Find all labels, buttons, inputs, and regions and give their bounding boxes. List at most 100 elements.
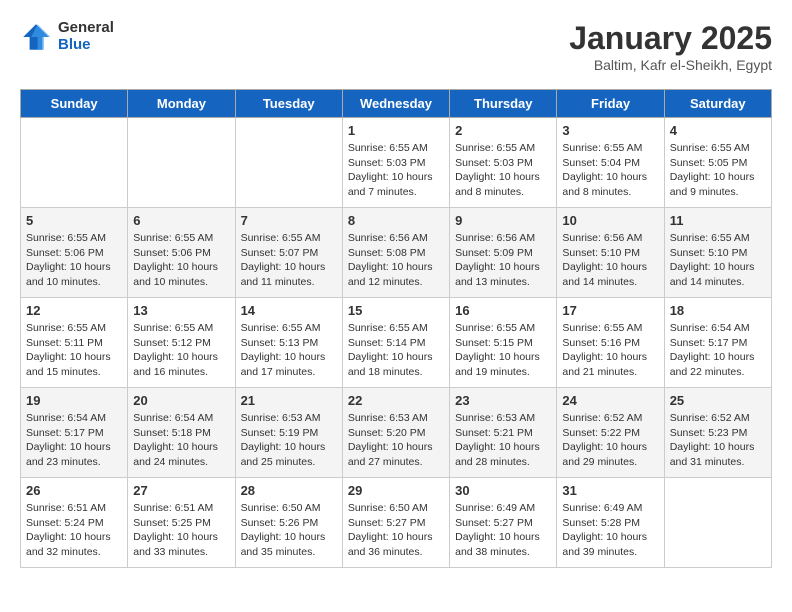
day-info: Sunrise: 6:56 AM Sunset: 5:09 PM Dayligh… — [455, 231, 551, 290]
calendar-cell: 22Sunrise: 6:53 AM Sunset: 5:20 PM Dayli… — [342, 388, 449, 478]
calendar-cell: 13 Sunrise: 6:55 AM Sunset: 5:12 PM Dayli… — [128, 298, 235, 388]
day-info: Sunrise: 6:50 AM Sunset: 5:27 PM Dayligh… — [348, 501, 444, 560]
date-number: 18 — [670, 303, 766, 318]
day-info: Sunrise: 6:55 AM Sunset: 5:12 PM Dayligh… — [133, 321, 229, 380]
date-number: 31 — [562, 483, 658, 498]
day-header-friday: Friday — [557, 90, 664, 118]
day-info: Sunrise: 6:49 AM Sunset: 5:28 PM Dayligh… — [562, 501, 658, 560]
date-number: 5 — [26, 213, 122, 228]
calendar-cell: 15 Sunrise: 6:55 AM Sunset: 5:14 PM Dayli… — [342, 298, 449, 388]
calendar-cell: 3 Sunrise: 6:55 AM Sunset: 5:04 PM Daylig… — [557, 118, 664, 208]
calendar-cell: 26 Sunrise: 6:51 AM Sunset: 5:24 PM Dayli… — [21, 478, 128, 568]
day-info: Sunrise: 6:56 AM Sunset: 5:10 PM Dayligh… — [562, 231, 658, 290]
day-info: Sunrise: 6:50 AM Sunset: 5:26 PM Dayligh… — [241, 501, 337, 560]
calendar-cell: 4Sunrise: 6:55 AM Sunset: 5:05 PM Daylig… — [664, 118, 771, 208]
date-number: 4 — [670, 123, 766, 138]
calendar-cell: 7 Sunrise: 6:55 AM Sunset: 5:07 PM Daylig… — [235, 208, 342, 298]
calendar-cell: 31 Sunrise: 6:49 AM Sunset: 5:28 PM Dayli… — [557, 478, 664, 568]
date-number: 13 — [133, 303, 229, 318]
calendar-cell: 10 Sunrise: 6:56 AM Sunset: 5:10 PM Dayli… — [557, 208, 664, 298]
calendar-cell: 23Sunrise: 6:53 AM Sunset: 5:21 PM Dayli… — [450, 388, 557, 478]
calendar-table: SundayMondayTuesdayWednesdayThursdayFrid… — [20, 89, 772, 568]
day-info: Sunrise: 6:55 AM Sunset: 5:03 PM Dayligh… — [348, 141, 444, 200]
date-number: 27 — [133, 483, 229, 498]
week-row-4: 19 Sunrise: 6:54 AM Sunset: 5:17 PM Dayli… — [21, 388, 772, 478]
calendar-cell: 8Sunrise: 6:56 AM Sunset: 5:08 PM Daylig… — [342, 208, 449, 298]
date-number: 16 — [455, 303, 551, 318]
day-header-thursday: Thursday — [450, 90, 557, 118]
day-info: Sunrise: 6:54 AM Sunset: 5:17 PM Dayligh… — [26, 411, 122, 470]
date-number: 25 — [670, 393, 766, 408]
day-header-sunday: Sunday — [21, 90, 128, 118]
date-number: 3 — [562, 123, 658, 138]
week-row-3: 12 Sunrise: 6:55 AM Sunset: 5:11 PM Dayli… — [21, 298, 772, 388]
calendar-cell: 2Sunrise: 6:55 AM Sunset: 5:03 PM Daylig… — [450, 118, 557, 208]
day-info: Sunrise: 6:55 AM Sunset: 5:16 PM Dayligh… — [562, 321, 658, 380]
logo: General Blue — [20, 20, 114, 53]
date-number: 10 — [562, 213, 658, 228]
date-number: 7 — [241, 213, 337, 228]
day-info: Sunrise: 6:55 AM Sunset: 5:14 PM Dayligh… — [348, 321, 444, 380]
calendar-cell: 14Sunrise: 6:55 AM Sunset: 5:13 PM Dayli… — [235, 298, 342, 388]
date-number: 17 — [562, 303, 658, 318]
day-info: Sunrise: 6:55 AM Sunset: 5:11 PM Dayligh… — [26, 321, 122, 380]
day-info: Sunrise: 6:53 AM Sunset: 5:21 PM Dayligh… — [455, 411, 551, 470]
calendar-cell — [21, 118, 128, 208]
logo-blue: Blue — [58, 37, 114, 54]
calendar-cell: 6Sunrise: 6:55 AM Sunset: 5:06 PM Daylig… — [128, 208, 235, 298]
logo-icon — [20, 21, 52, 53]
date-number: 9 — [455, 213, 551, 228]
calendar-cell: 25Sunrise: 6:52 AM Sunset: 5:23 PM Dayli… — [664, 388, 771, 478]
date-number: 26 — [26, 483, 122, 498]
logo-text: General Blue — [58, 20, 114, 53]
calendar-cell — [128, 118, 235, 208]
day-info: Sunrise: 6:55 AM Sunset: 5:10 PM Dayligh… — [670, 231, 766, 290]
date-number: 20 — [133, 393, 229, 408]
day-info: Sunrise: 6:55 AM Sunset: 5:03 PM Dayligh… — [455, 141, 551, 200]
date-number: 11 — [670, 213, 766, 228]
day-info: Sunrise: 6:55 AM Sunset: 5:04 PM Dayligh… — [562, 141, 658, 200]
calendar-subtitle: Baltim, Kafr el-Sheikh, Egypt — [569, 57, 772, 73]
day-header-tuesday: Tuesday — [235, 90, 342, 118]
date-number: 29 — [348, 483, 444, 498]
calendar-cell: 24Sunrise: 6:52 AM Sunset: 5:22 PM Dayli… — [557, 388, 664, 478]
date-number: 1 — [348, 123, 444, 138]
day-info: Sunrise: 6:55 AM Sunset: 5:06 PM Dayligh… — [133, 231, 229, 290]
calendar-cell: 16Sunrise: 6:55 AM Sunset: 5:15 PM Dayli… — [450, 298, 557, 388]
calendar-cell — [664, 478, 771, 568]
date-number: 19 — [26, 393, 122, 408]
day-header-row: SundayMondayTuesdayWednesdayThursdayFrid… — [21, 90, 772, 118]
calendar-cell: 5 Sunrise: 6:55 AM Sunset: 5:06 PM Daylig… — [21, 208, 128, 298]
day-info: Sunrise: 6:55 AM Sunset: 5:06 PM Dayligh… — [26, 231, 122, 290]
day-info: Sunrise: 6:51 AM Sunset: 5:25 PM Dayligh… — [133, 501, 229, 560]
calendar-cell: 12 Sunrise: 6:55 AM Sunset: 5:11 PM Dayli… — [21, 298, 128, 388]
date-number: 24 — [562, 393, 658, 408]
calendar-cell: 20 Sunrise: 6:54 AM Sunset: 5:18 PM Dayli… — [128, 388, 235, 478]
week-row-1: 1 Sunrise: 6:55 AM Sunset: 5:03 PM Daylig… — [21, 118, 772, 208]
date-number: 8 — [348, 213, 444, 228]
calendar-cell — [235, 118, 342, 208]
day-header-wednesday: Wednesday — [342, 90, 449, 118]
calendar-cell: 11 Sunrise: 6:55 AM Sunset: 5:10 PM Dayli… — [664, 208, 771, 298]
date-number: 15 — [348, 303, 444, 318]
date-number: 14 — [241, 303, 337, 318]
calendar-cell: 29 Sunrise: 6:50 AM Sunset: 5:27 PM Dayli… — [342, 478, 449, 568]
page-header: General Blue January 2025 Baltim, Kafr e… — [20, 20, 772, 73]
calendar-cell: 9 Sunrise: 6:56 AM Sunset: 5:09 PM Daylig… — [450, 208, 557, 298]
date-number: 21 — [241, 393, 337, 408]
day-info: Sunrise: 6:49 AM Sunset: 5:27 PM Dayligh… — [455, 501, 551, 560]
day-info: Sunrise: 6:51 AM Sunset: 5:24 PM Dayligh… — [26, 501, 122, 560]
day-info: Sunrise: 6:53 AM Sunset: 5:20 PM Dayligh… — [348, 411, 444, 470]
day-header-monday: Monday — [128, 90, 235, 118]
week-row-5: 26 Sunrise: 6:51 AM Sunset: 5:24 PM Dayli… — [21, 478, 772, 568]
day-info: Sunrise: 6:53 AM Sunset: 5:19 PM Dayligh… — [241, 411, 337, 470]
week-row-2: 5 Sunrise: 6:55 AM Sunset: 5:06 PM Daylig… — [21, 208, 772, 298]
title-block: January 2025 Baltim, Kafr el-Sheikh, Egy… — [569, 20, 772, 73]
calendar-cell: 1 Sunrise: 6:55 AM Sunset: 5:03 PM Daylig… — [342, 118, 449, 208]
calendar-cell: 27 Sunrise: 6:51 AM Sunset: 5:25 PM Dayli… — [128, 478, 235, 568]
calendar-cell: 30Sunrise: 6:49 AM Sunset: 5:27 PM Dayli… — [450, 478, 557, 568]
calendar-cell: 28Sunrise: 6:50 AM Sunset: 5:26 PM Dayli… — [235, 478, 342, 568]
day-info: Sunrise: 6:55 AM Sunset: 5:07 PM Dayligh… — [241, 231, 337, 290]
date-number: 12 — [26, 303, 122, 318]
day-info: Sunrise: 6:54 AM Sunset: 5:18 PM Dayligh… — [133, 411, 229, 470]
